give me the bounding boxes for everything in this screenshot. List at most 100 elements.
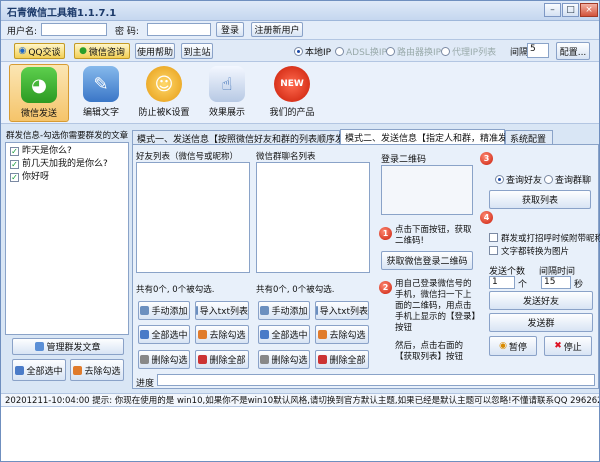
checkbox-icon[interactable]: ✓ bbox=[10, 160, 19, 169]
import-icon bbox=[196, 306, 198, 315]
edit-text-icon: ✎ bbox=[83, 66, 119, 102]
stop-button[interactable]: ✖ 停止 bbox=[544, 336, 592, 356]
tab-system-config[interactable]: 系统配置 bbox=[505, 130, 553, 145]
ip-proxy-radio[interactable]: 代理IP列表 bbox=[441, 45, 496, 58]
eraser-icon bbox=[260, 355, 270, 364]
delete-icon bbox=[198, 355, 208, 364]
tab-mode-one[interactable]: 模式一、发送信息【按照微信好友和群的列表顺序发送】 bbox=[132, 130, 362, 145]
password-label: 密 码: bbox=[115, 27, 139, 37]
config-button[interactable]: 配置... bbox=[556, 42, 590, 60]
group-select-all-button[interactable]: 全部选中 bbox=[258, 325, 310, 344]
main-site-button[interactable]: 到主站 bbox=[181, 43, 213, 59]
register-button[interactable]: 注册新用户 bbox=[251, 22, 303, 37]
username-label: 用户名: bbox=[7, 27, 38, 37]
manage-articles-button[interactable]: 管理群发文章 bbox=[12, 338, 124, 355]
friend-import-button[interactable]: 导入txt列表 bbox=[195, 301, 249, 320]
friend-manual-add-button[interactable]: 手动添加 bbox=[138, 301, 190, 320]
app-window: 石青微信工具箱1.1.7.1 – □ × 用户名: 密 码: 登录 注册新用户 … bbox=[0, 0, 600, 462]
delete-icon bbox=[318, 355, 328, 364]
group-delete-checked-button[interactable]: 删除勾选 bbox=[258, 350, 310, 369]
attach-nickname-checkbox[interactable]: 群发或打招呼时候附带昵称 bbox=[489, 232, 600, 244]
username-input[interactable] bbox=[41, 23, 107, 36]
step-four-icon: 4 bbox=[480, 211, 493, 224]
step-three-icon: 3 bbox=[480, 152, 493, 165]
password-input[interactable] bbox=[147, 23, 211, 36]
group-import-button[interactable]: 导入txt列表 bbox=[315, 301, 369, 320]
article-item[interactable]: ✓ 你好呀 bbox=[10, 171, 124, 184]
query-friend-radio[interactable]: 查询好友 bbox=[495, 173, 542, 186]
text-to-image-checkbox[interactable]: 文字都转换为图片 bbox=[489, 245, 569, 257]
anti-ban-tool[interactable]: ☺ 防止被K设置 bbox=[134, 64, 194, 122]
step-two-followup-text: 然后，点击右面的【获取列表】按钮 bbox=[395, 341, 464, 362]
help-button[interactable]: 使用帮助 bbox=[135, 43, 175, 59]
step-two-icon: 2 bbox=[379, 281, 392, 294]
article-item[interactable]: ✓ 昨天是你么? bbox=[10, 145, 124, 158]
title-bar: 石青微信工具箱1.1.7.1 – □ × bbox=[1, 1, 599, 21]
group-manual-add-button[interactable]: 手动添加 bbox=[258, 301, 310, 320]
qq-chat-button[interactable]: ◉ QQ交谈 bbox=[14, 43, 65, 59]
group-count-text: 共有0个, 0个被勾选. bbox=[256, 285, 335, 295]
send-count-input[interactable]: 1 bbox=[489, 276, 515, 289]
select-all-icon bbox=[260, 330, 270, 339]
group-list-header: 微信群聊名列表 bbox=[256, 152, 316, 162]
wechat-icon: ● bbox=[79, 46, 87, 56]
select-all-icon bbox=[15, 365, 25, 375]
import-icon bbox=[316, 306, 318, 315]
article-list: ✓ 昨天是你么? ✓ 前几天加我的是你么? ✓ 你好呀 bbox=[5, 142, 129, 335]
qr-code-area bbox=[381, 165, 473, 215]
anti-ban-icon: ☺ bbox=[146, 66, 182, 102]
friend-select-all-button[interactable]: 全部选中 bbox=[138, 325, 190, 344]
get-qr-button[interactable]: 获取微信登录二维码 bbox=[381, 251, 473, 270]
article-list-header: 群发信息-勾选你需要群发的文章 bbox=[6, 131, 129, 141]
new-badge-icon: NEW bbox=[274, 66, 310, 102]
get-list-button[interactable]: 获取列表 bbox=[489, 190, 591, 209]
ip-adsl-radio[interactable]: ADSL换IP bbox=[335, 45, 387, 58]
friend-list-header: 好友列表（微信号或昵称） bbox=[136, 152, 239, 162]
pause-button[interactable]: ◉ 暂停 bbox=[489, 336, 537, 356]
checkbox-icon[interactable]: ✓ bbox=[10, 147, 19, 156]
uncheck-icon bbox=[198, 330, 208, 339]
interval-input[interactable]: 5 bbox=[527, 43, 549, 58]
wechat-consult-button[interactable]: ● 微信咨询 bbox=[74, 43, 130, 59]
maximize-icon[interactable]: □ bbox=[562, 3, 579, 17]
wechat-send-tool[interactable]: ◕ 微信发送 bbox=[9, 64, 69, 122]
friend-delete-checked-button[interactable]: 删除勾选 bbox=[138, 350, 190, 369]
select-all-icon bbox=[140, 330, 150, 339]
our-products-tool[interactable]: NEW 我们的产品 bbox=[262, 64, 322, 122]
friend-list[interactable] bbox=[136, 162, 250, 273]
interval-time-input[interactable]: 15 bbox=[541, 276, 571, 289]
tab-mode-two[interactable]: 模式二、发送信息【指定人和群，精准发送】 bbox=[340, 129, 525, 145]
checkbox-icon[interactable]: ✓ bbox=[10, 173, 19, 182]
article-item[interactable]: ✓ 前几天加我的是你么? bbox=[10, 158, 124, 171]
login-button[interactable]: 登录 bbox=[216, 22, 244, 37]
ip-local-radio[interactable]: 本地IP bbox=[294, 45, 331, 58]
minimize-icon[interactable]: – bbox=[544, 3, 561, 17]
ip-router-radio[interactable]: 路由器换IP bbox=[386, 45, 441, 58]
select-all-articles-button[interactable]: 全部选中 bbox=[12, 359, 66, 381]
group-delete-all-button[interactable]: 删除全部 bbox=[315, 350, 369, 369]
step-one-text: 点击下面按钮，获取二维码! bbox=[395, 225, 472, 246]
eraser-icon bbox=[140, 355, 150, 364]
status-line: 20201211-10:04:00 提示: 你现在使用的是 win10,如果你不… bbox=[1, 393, 599, 407]
friend-uncheck-button[interactable]: 去除勾选 bbox=[195, 325, 249, 344]
edit-text-tool[interactable]: ✎ 编辑文字 bbox=[71, 64, 131, 122]
send-group-button[interactable]: 发送群 bbox=[489, 313, 593, 332]
group-uncheck-button[interactable]: 去除勾选 bbox=[315, 325, 369, 344]
qq-icon: ◉ bbox=[18, 46, 27, 56]
add-icon bbox=[260, 306, 270, 315]
friend-delete-all-button[interactable]: 删除全部 bbox=[195, 350, 249, 369]
stop-icon: ✖ bbox=[554, 341, 562, 351]
query-group-radio[interactable]: 查询群聊 bbox=[544, 173, 591, 186]
wechat-send-icon: ◕ bbox=[21, 67, 57, 103]
icon-bar: ◕ 微信发送 ✎ 编辑文字 ☺ 防止被K设置 ☝ 效果展示 NEW 我们的产品 bbox=[1, 62, 599, 124]
pointer-icon: ☝ bbox=[209, 66, 245, 102]
toolbar: ◉ QQ交谈 ● 微信咨询 使用帮助 到主站 本地IP ADSL换IP 路由器换IP… bbox=[1, 40, 599, 62]
group-list[interactable] bbox=[256, 162, 370, 273]
effect-show-tool[interactable]: ☝ 效果展示 bbox=[197, 64, 257, 122]
send-friend-button[interactable]: 发送好友 bbox=[489, 291, 593, 310]
interval-unit: 秒 bbox=[574, 280, 584, 290]
uncheck-icon bbox=[318, 330, 328, 339]
uncheck-articles-button[interactable]: 去除勾选 bbox=[70, 359, 124, 381]
close-icon[interactable]: × bbox=[580, 3, 598, 17]
interval-label: 间隔 bbox=[510, 48, 529, 58]
